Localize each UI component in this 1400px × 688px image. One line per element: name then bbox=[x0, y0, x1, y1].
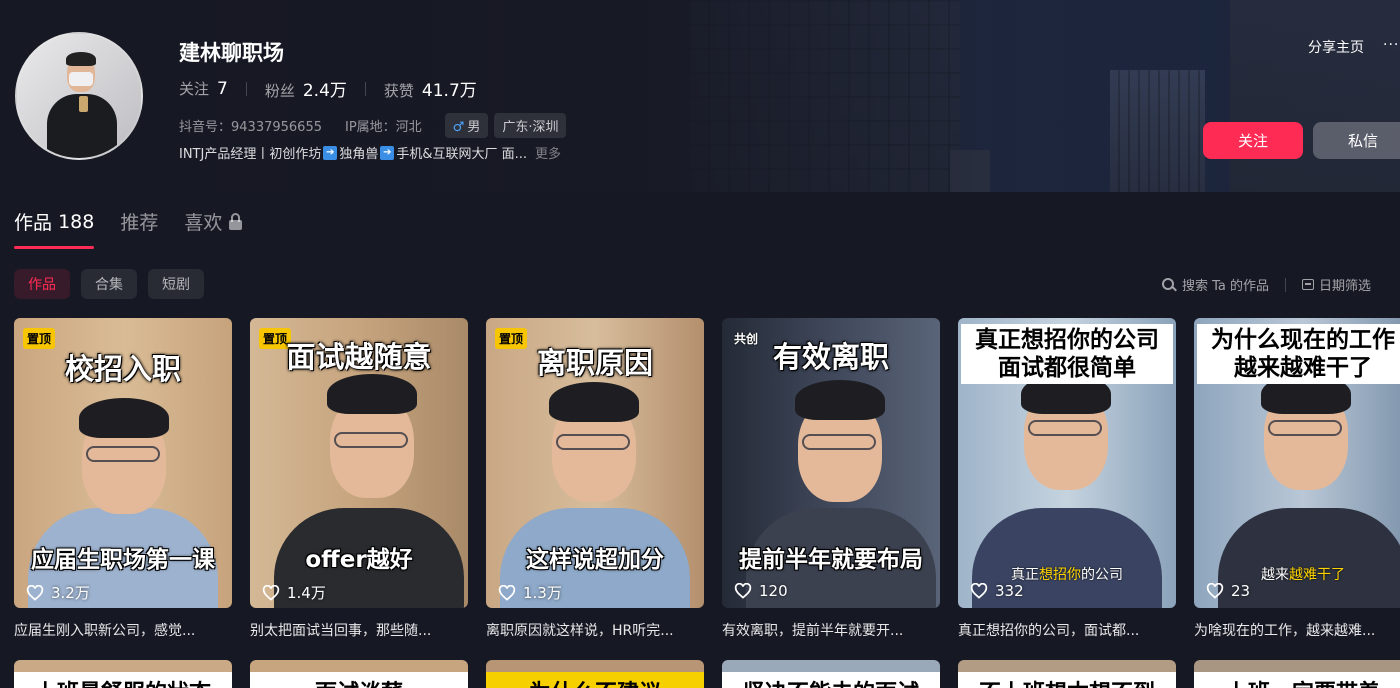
video-title-overlay: 离职原因 bbox=[536, 346, 653, 380]
video-card[interactable]: 上班最舒服的状态 bbox=[14, 660, 232, 688]
gender-tag: ♂ 男 bbox=[444, 113, 489, 138]
works-subtabs: 作品 合集 短剧 bbox=[14, 269, 215, 299]
video-caption-overlay: 这样说超加分 bbox=[526, 547, 664, 573]
video-card[interactable]: 真正想招你的公司 面试都很简单 真正想招你的公司 332 真正想招你的公司，面试… bbox=[958, 318, 1176, 640]
video-description[interactable]: 别太把面试当回事，那些随... bbox=[250, 620, 468, 640]
video-caption-overlay: 真正想招你的公司 bbox=[1011, 567, 1123, 583]
video-title-overlay: 上班一定要带着 bbox=[1194, 672, 1400, 688]
location-tag: 广东·深圳 bbox=[494, 113, 567, 138]
video-card[interactable]: 坚决不能去的面试 bbox=[722, 660, 940, 688]
heart-icon bbox=[734, 583, 752, 599]
video-thumbnail[interactable]: 为什么现在的工作 越来越难干了 越来越难干了 23 bbox=[1194, 318, 1400, 608]
video-title-overlay: 坚决不能去的面试 bbox=[722, 672, 940, 688]
video-title-overlay: 校招入职 bbox=[64, 352, 181, 386]
heart-icon bbox=[970, 583, 988, 599]
heart-icon bbox=[1206, 583, 1224, 599]
video-title-overlay: 面试谈薪 bbox=[250, 672, 468, 688]
video-title-overlay: 真正想招你的公司 面试都很简单 bbox=[961, 324, 1173, 384]
subtab-short-drama[interactable]: 短剧 bbox=[148, 269, 204, 299]
video-card[interactable]: 置顶 校招入职 应届生职场第一课 3.2万 应届生刚入职新公司，感觉... bbox=[14, 318, 232, 640]
video-thumbnail[interactable]: 共创 有效离职 提前半年就要布局 120 bbox=[722, 318, 940, 608]
video-card[interactable]: 面试谈薪 bbox=[250, 660, 468, 688]
video-thumbnail[interactable]: 置顶 校招入职 应届生职场第一课 3.2万 bbox=[14, 318, 232, 608]
video-title-overlay: 上班最舒服的状态 bbox=[14, 672, 232, 688]
message-button[interactable]: 私信 bbox=[1313, 122, 1400, 159]
profile-meta: 抖音号：94337956655 IP属地：河北 ♂ 男 广东·深圳 bbox=[179, 113, 572, 138]
followers-stat[interactable]: 粉丝 2.4万 bbox=[265, 76, 347, 101]
video-caption-overlay: offer越好 bbox=[305, 547, 413, 573]
profile-stats: 关注 7 粉丝 2.4万 获赞 41.7万 bbox=[179, 76, 477, 101]
video-caption-overlay: 应届生职场第一课 bbox=[31, 547, 215, 573]
video-description[interactable]: 真正想招你的公司，面试都... bbox=[958, 620, 1176, 640]
male-icon: ♂ bbox=[452, 120, 465, 135]
tab-recommend[interactable]: 推荐 bbox=[120, 208, 158, 249]
video-caption-overlay: 提前半年就要布局 bbox=[739, 547, 923, 573]
video-thumbnail[interactable]: 置顶 面试越随意 offer越好 1.4万 bbox=[250, 318, 468, 608]
bio-more-link[interactable]: 更多 bbox=[535, 143, 561, 162]
like-count: 120 bbox=[734, 582, 788, 600]
profile-name: 建林聊职场 bbox=[179, 41, 284, 65]
video-card[interactable]: 上班一定要带着 bbox=[1194, 660, 1400, 688]
video-description[interactable]: 为啥现在的工作，越来越难... bbox=[1194, 620, 1400, 640]
heart-icon bbox=[26, 584, 44, 601]
like-count: 1.3万 bbox=[498, 582, 562, 603]
subtab-collections[interactable]: 合集 bbox=[81, 269, 137, 299]
search-works-button[interactable]: 搜索 Ta 的作品 bbox=[1162, 275, 1269, 294]
video-card[interactable]: 为什么现在的工作 越来越难干了 越来越难干了 23 为啥现在的工作，越来越难..… bbox=[1194, 318, 1400, 640]
follow-button[interactable]: 关注 bbox=[1203, 122, 1303, 159]
likes-stat: 获赞 41.7万 bbox=[383, 81, 477, 101]
avatar[interactable] bbox=[15, 32, 143, 160]
calendar-icon bbox=[1302, 279, 1315, 290]
date-filter-button[interactable]: 日期筛选 bbox=[1302, 275, 1371, 294]
profile-header: 建林聊职场 关注 7 粉丝 2.4万 获赞 41.7万 抖音号：94337956655… bbox=[0, 0, 1400, 192]
video-title-overlay: 有效离职 bbox=[772, 340, 889, 374]
profile-tabs: 作品 188 推荐 喜欢 bbox=[14, 208, 268, 249]
like-count: 332 bbox=[970, 582, 1024, 600]
like-count: 3.2万 bbox=[26, 582, 90, 603]
video-title-overlay: 为什么不建议 bbox=[486, 672, 704, 688]
profile-page: 建林聊职场 关注 7 粉丝 2.4万 获赞 41.7万 抖音号：94337956655… bbox=[0, 0, 1400, 688]
video-description[interactable]: 有效离职，提前半年就要开... bbox=[722, 620, 940, 640]
share-profile-button[interactable]: 分享主页 bbox=[1308, 37, 1364, 57]
video-thumbnail[interactable]: 真正想招你的公司 面试都很简单 真正想招你的公司 332 bbox=[958, 318, 1176, 608]
video-card[interactable]: 为什么不建议 bbox=[486, 660, 704, 688]
video-card[interactable]: 共创 有效离职 提前半年就要布局 120 有效离职，提前半年就要开... bbox=[722, 318, 940, 640]
arrow-right-icon: ➔ bbox=[323, 145, 338, 160]
video-card[interactable]: 不上班想本想不到 bbox=[958, 660, 1176, 688]
more-options-icon[interactable]: ··· bbox=[1383, 37, 1399, 53]
video-description[interactable]: 离职原因就这样说，HR听完... bbox=[486, 620, 704, 640]
arrow-right-icon: ➔ bbox=[380, 145, 395, 160]
works-tools: 搜索 Ta 的作品 日期筛选 bbox=[1162, 275, 1371, 294]
video-title-overlay: 为什么现在的工作 越来越难干了 bbox=[1197, 324, 1400, 384]
video-title-overlay: 面试越随意 bbox=[286, 340, 432, 374]
heart-icon bbox=[498, 584, 516, 601]
heart-icon bbox=[262, 584, 280, 601]
douyin-id: 抖音号：94337956655 bbox=[179, 120, 322, 135]
following-stat[interactable]: 关注 7 bbox=[179, 78, 228, 99]
like-count: 23 bbox=[1206, 582, 1250, 600]
tab-works[interactable]: 作品 188 bbox=[14, 208, 95, 249]
ip-location: IP属地：河北 bbox=[344, 120, 422, 135]
search-icon bbox=[1162, 278, 1174, 290]
subtab-works[interactable]: 作品 bbox=[14, 269, 70, 299]
video-card[interactable]: 置顶 面试越随意 offer越好 1.4万 别太把面试当回事，那些随... bbox=[250, 318, 468, 640]
video-title-overlay: 不上班想本想不到 bbox=[958, 672, 1176, 688]
video-card[interactable]: 置顶 离职原因 这样说超加分 1.3万 离职原因就这样说，HR听完... bbox=[486, 318, 704, 640]
lock-icon bbox=[229, 212, 243, 230]
video-caption-overlay: 越来越难干了 bbox=[1261, 567, 1345, 583]
tab-likes[interactable]: 喜欢 bbox=[184, 208, 243, 249]
video-description[interactable]: 应届生刚入职新公司，感觉... bbox=[14, 620, 232, 640]
like-count: 1.4万 bbox=[262, 582, 326, 603]
profile-bio: INTJ产品经理丨初创作坊 ➔ 独角兽 ➔ 手机&互联网大厂 面... 更多 bbox=[179, 143, 561, 162]
video-thumbnail[interactable]: 置顶 离职原因 这样说超加分 1.3万 bbox=[486, 318, 704, 608]
